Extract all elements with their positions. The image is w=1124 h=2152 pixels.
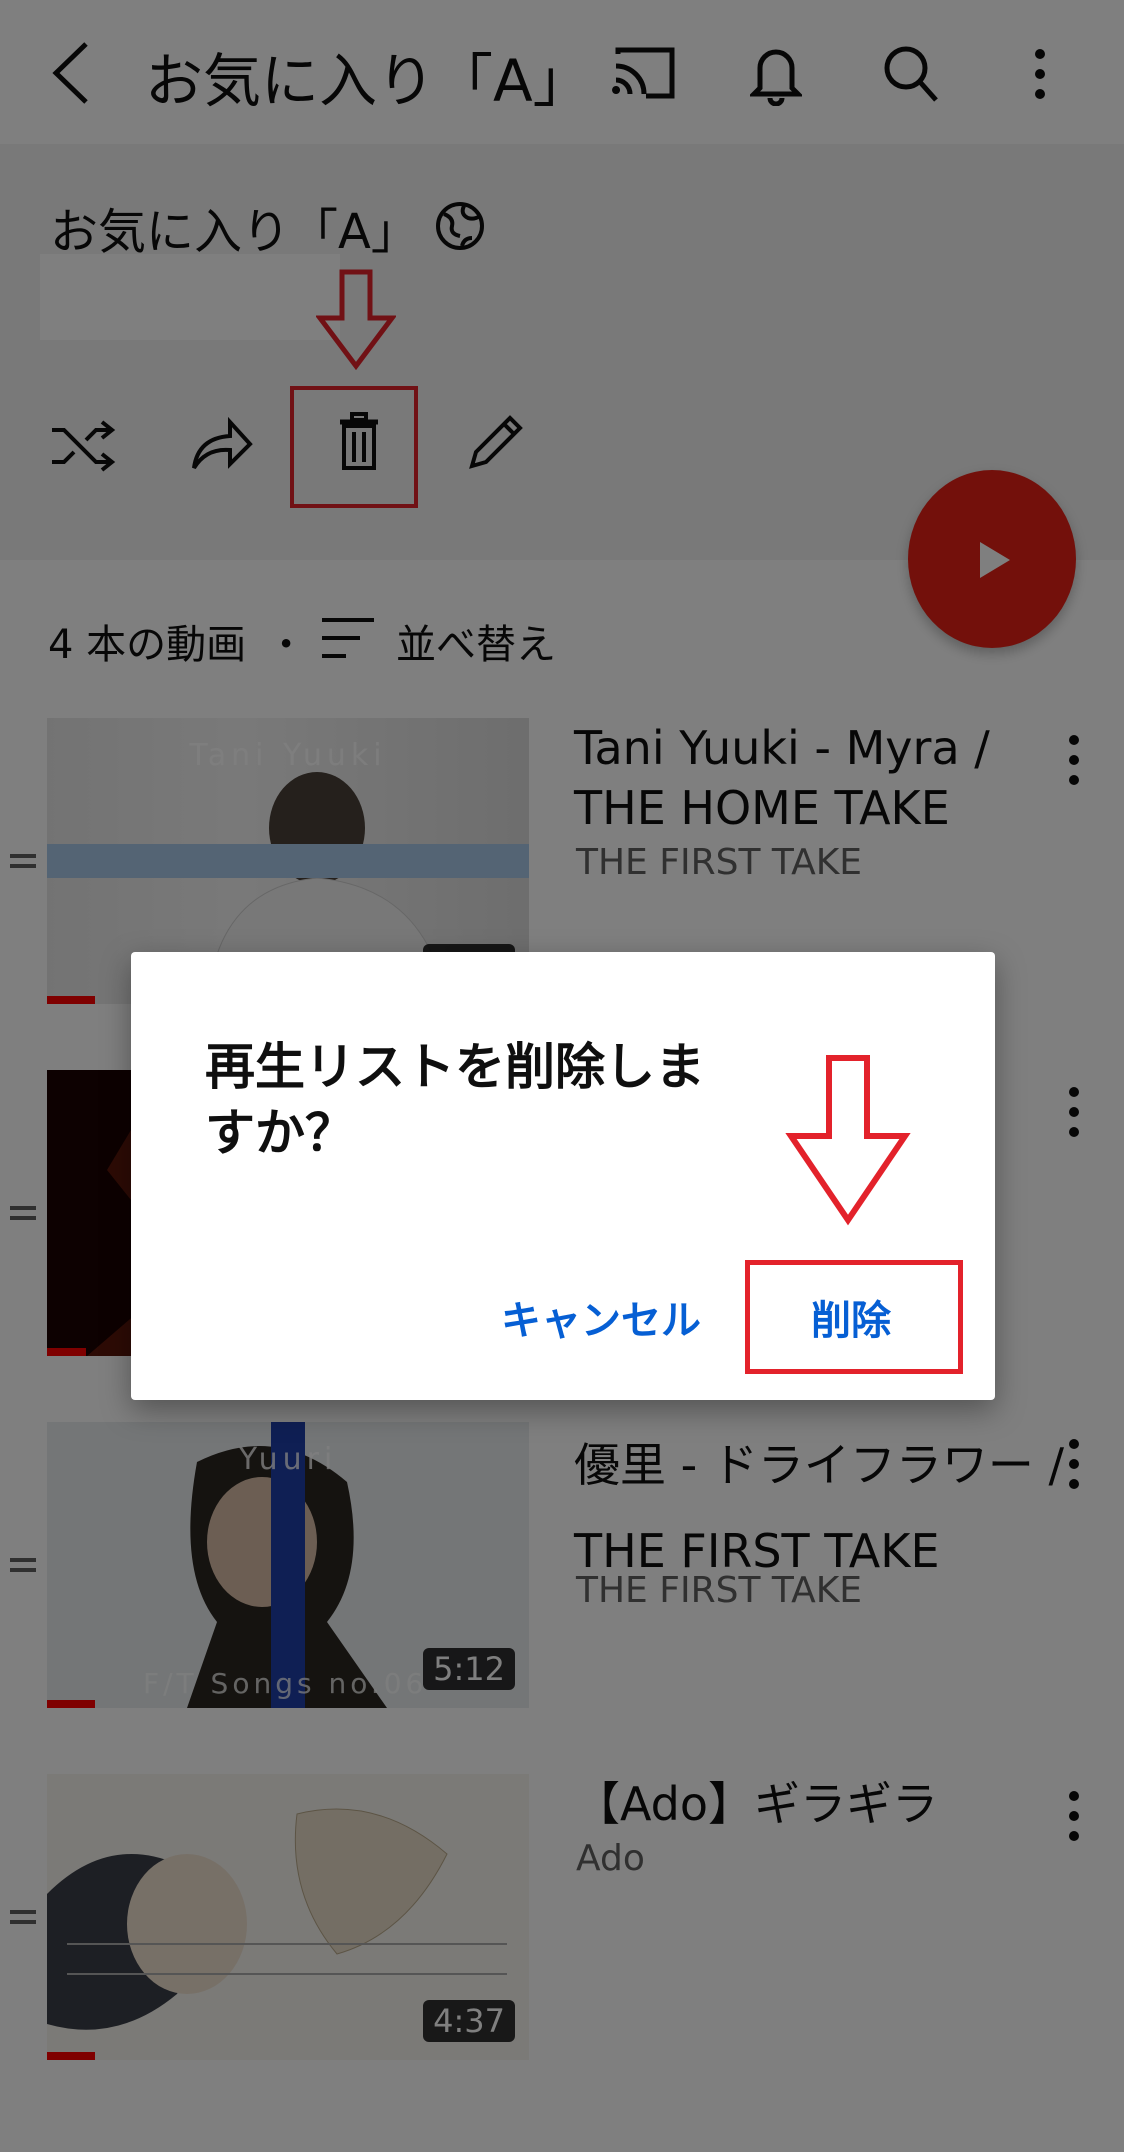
delete-highlight-box bbox=[745, 1260, 963, 1374]
cancel-button[interactable]: キャンセル bbox=[501, 1288, 701, 1346]
delete-playlist-dialog: 再生リストを削除しますか？ キャンセル 削除 bbox=[131, 952, 995, 1400]
down-arrow-annotation-icon bbox=[785, 1054, 911, 1226]
dialog-message: 再生リストを削除しますか？ bbox=[205, 1038, 705, 1162]
